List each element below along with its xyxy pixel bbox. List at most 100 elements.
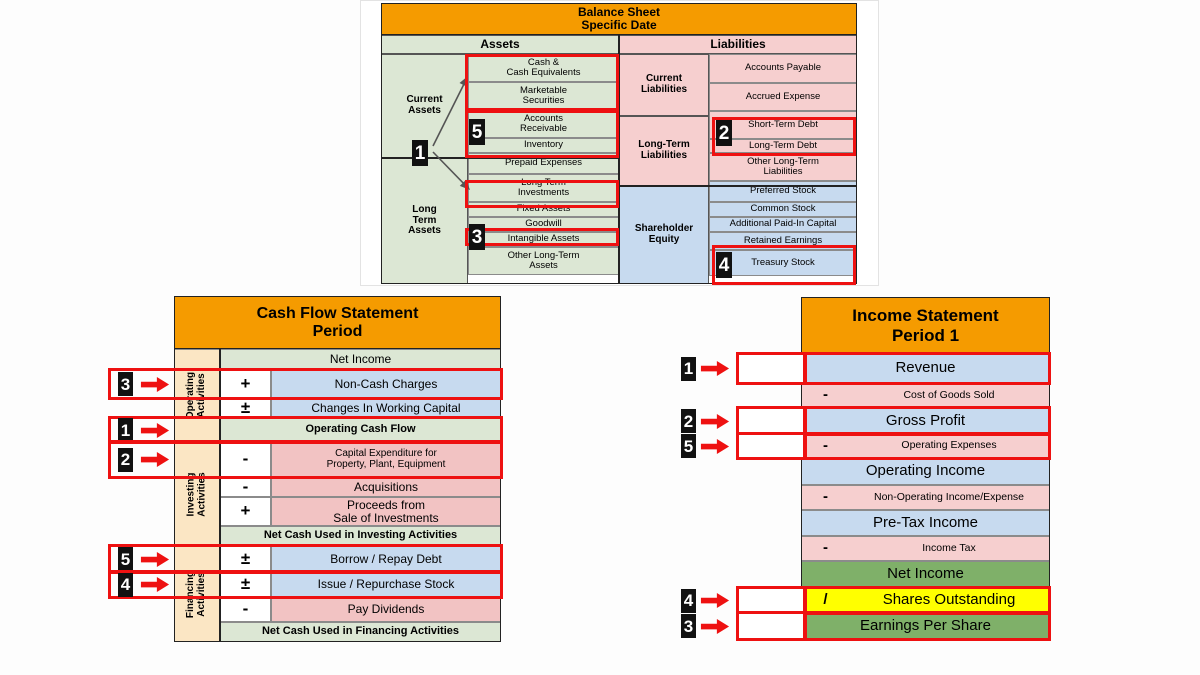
balance-sheet-center-divider: [618, 35, 620, 284]
cash-flow-row-issue-repurchase-stock: Issue / Repurchase Stock: [271, 572, 501, 597]
income-row-cost-of-goods-sold: Cost of Goods Sold: [849, 383, 1050, 408]
balance-sheet-title: Balance Sheet Specific Date: [381, 3, 857, 35]
balance-sheet-badge-2: 2: [716, 120, 732, 146]
equity-split-line: [619, 185, 857, 187]
income-badge-2: 2: [681, 409, 696, 433]
cash-flow-arrow-5: [140, 551, 170, 567]
asset-item-other-long-term-assets: Other Long-Term Assets: [468, 247, 619, 275]
liability-item-other-long-term-liabilities: Other Long-Term Liabilities: [709, 153, 857, 181]
income-row-earnings-per-share: Earnings Per Share: [801, 613, 1050, 639]
cash-flow-arrow-1: [140, 422, 170, 438]
cash-flow-row-net-income: Net Income: [220, 349, 501, 370]
asset-item-goodwill: Goodwill: [468, 217, 619, 232]
income-row-pre-tax-income: Pre-Tax Income: [801, 510, 1050, 536]
cash-flow-section-operating: Operating Activities: [174, 349, 220, 442]
cash-flow-badge-3: 3: [118, 372, 133, 396]
liability-item-accounts-payable: Accounts Payable: [709, 54, 857, 83]
asset-item-fixed-assets: Fixed Assets: [468, 202, 619, 217]
cash-flow-sign-pay-dividends: -: [220, 597, 271, 622]
income-sign-non-operating-income-expense: -: [801, 485, 849, 510]
cash-flow-sign-issue-repurchase-stock: ±: [220, 572, 271, 597]
cash-flow-badge-1: 1: [118, 418, 133, 442]
liability-item-accrued-expense: Accrued Expense: [709, 83, 857, 111]
group-long-term-liabilities: Long-Term Liabilities: [619, 116, 709, 186]
cash-flow-row-pay-dividends: Pay Dividends: [271, 597, 501, 622]
balance-sheet-title-line2: Specific Date: [581, 18, 657, 32]
cash-flow-row-proceeds-from-sale-of-investments: Proceeds from Sale of Investments: [271, 497, 501, 526]
income-badge-5: 5: [681, 434, 696, 458]
cash-flow-title-line2: Period: [312, 322, 363, 340]
balance-sheet-badge-3: 3: [469, 224, 485, 250]
income-row-shares-outstanding: Shares Outstanding: [849, 588, 1050, 613]
asset-item-accounts-receivable: Accounts Receivable: [468, 110, 619, 138]
cash-flow-section-financing-label: Financing Activities: [185, 570, 208, 618]
asset-item-long-term-investments: Long Term Investments: [468, 174, 619, 202]
income-row-income-tax: Income Tax: [849, 536, 1050, 561]
cash-flow-section-financing: Financing Activities: [174, 546, 220, 642]
income-arrow-5: [700, 438, 730, 454]
income-value-box-revenue: [736, 352, 806, 385]
asset-item-marketable-securities: Marketable Securities: [468, 82, 619, 110]
income-sign-income-tax: -: [801, 536, 849, 561]
balance-sheet-header-liabilities: Liabilities: [619, 35, 857, 54]
income-statement-title-line2: Period 1: [891, 325, 960, 345]
income-statement-title: Income Statement Period 1: [801, 297, 1050, 354]
cash-flow-row-changes-in-working-capital: Changes In Working Capital: [271, 398, 501, 418]
income-value-box-earnings-per-share: [736, 611, 806, 641]
liability-item-retained-earnings: Retained Earnings: [709, 232, 857, 250]
liability-item-additional-paid-in-capital: Additional Paid-In Capital: [709, 217, 857, 232]
cash-flow-section-investing: Investing Activities: [174, 442, 220, 546]
income-sign-shares-outstanding: /: [801, 588, 849, 613]
income-statement-title-line1: Income Statement: [852, 306, 999, 326]
cash-flow-row-capital-expenditure-for-property-plant-equipment: Capital Expenditure for Property, Plant,…: [271, 442, 501, 477]
cash-flow-row-net-cash-used-in-financing-activities: Net Cash Used in Financing Activities: [220, 622, 501, 642]
cash-flow-row-acquisitions: Acquisitions: [271, 477, 501, 497]
cash-flow-badge-2: 2: [118, 447, 133, 472]
cash-flow-sign-non-cash-charges: +: [220, 370, 271, 398]
income-row-non-operating-income-expense: Non-Operating Income/Expense: [849, 485, 1050, 510]
income-sign-operating-expenses: -: [801, 434, 849, 458]
cash-flow-sign-acquisitions: -: [220, 477, 271, 497]
cash-flow-sign-borrow-repay-debt: ±: [220, 546, 271, 572]
income-arrow-3: [700, 618, 730, 634]
income-arrow-2: [700, 413, 730, 429]
cash-flow-row-non-cash-charges: Non-Cash Charges: [271, 370, 501, 398]
cash-flow-row-net-cash-used-in-investing-activities: Net Cash Used in Investing Activities: [220, 526, 501, 546]
cash-flow-section-investing-label: Investing Activities: [185, 471, 208, 517]
cash-flow-arrow-2: [140, 452, 170, 467]
cash-flow-sign-capital-expenditure-for-property-plant-equipment: -: [220, 442, 271, 477]
income-arrow-4: [700, 593, 730, 608]
income-row-revenue: Revenue: [801, 354, 1050, 383]
income-value-box-operating-expenses: [736, 432, 806, 460]
income-badge-1: 1: [681, 356, 696, 381]
liability-item-common-stock: Common Stock: [709, 202, 857, 217]
income-arrow-1: [700, 361, 730, 376]
cash-flow-sign-changes-in-working-capital: ±: [220, 398, 271, 418]
asset-item-inventory: Inventory: [468, 138, 619, 153]
income-row-gross-profit: Gross Profit: [801, 408, 1050, 434]
income-row-net-income: Net Income: [801, 561, 1050, 588]
cash-flow-sign-proceeds-from-sale-of-investments: +: [220, 497, 271, 526]
cash-flow-arrow-3: [140, 376, 170, 392]
balance-sheet-title-line1: Balance Sheet: [577, 4, 661, 19]
cash-flow-side-divider: [219, 349, 221, 642]
income-badge-3: 3: [681, 614, 696, 638]
balance-sheet-header-assets: Assets: [381, 35, 619, 54]
asset-item-intangible-assets: Intangible Assets: [468, 232, 619, 247]
cash-flow-section-operating-label: Operating Activities: [185, 371, 208, 420]
income-row-operating-income: Operating Income: [801, 458, 1050, 485]
cash-flow-title-line1: Cash Flow Statement: [256, 304, 419, 322]
cash-flow-badge-4: 4: [118, 572, 133, 597]
group-shareholder-equity: Shareholder Equity: [619, 186, 709, 284]
group-current-liabilities: Current Liabilities: [619, 54, 709, 116]
asset-item-cash-cash-equivalents: Cash & Cash Equivalents: [468, 54, 619, 82]
cash-flow-row-operating-cash-flow: Operating Cash Flow: [220, 418, 501, 442]
income-row-operating-expenses: Operating Expenses: [849, 434, 1050, 458]
arrow-current-assets-to-long-term-investments: [432, 151, 470, 190]
cash-flow-badge-5: 5: [118, 547, 133, 571]
cash-flow-title: Cash Flow Statement Period: [174, 296, 501, 349]
diagram-canvas: Balance Sheet Specific Date Assets Liabilit…: [0, 0, 1200, 675]
income-sign-cost-of-goods-sold: -: [801, 383, 849, 408]
balance-sheet-badge-5: 5: [469, 119, 485, 145]
cash-flow-arrow-4: [140, 577, 170, 592]
